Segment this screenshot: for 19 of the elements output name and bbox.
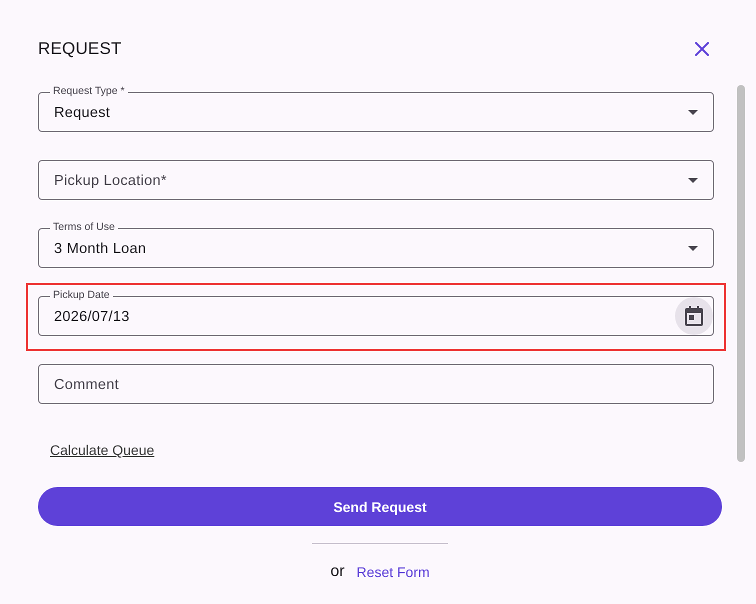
field-label: Request Type * [50,85,128,97]
date-input[interactable]: 2026/07/13 [54,304,669,328]
field-label: Terms of Use [50,221,118,233]
close-button[interactable] [695,42,709,56]
select-field[interactable]: Pickup Location* [38,160,714,200]
caret-icon [688,110,698,115]
dialog-title: REQUEST [38,38,122,60]
calendar-icon [685,306,703,326]
separator-text: or [330,562,345,582]
text-field[interactable]: Comment [38,364,714,404]
caret-icon [688,246,698,251]
close-icon [695,42,709,56]
calculate-queue-link[interactable]: Calculate Queue [50,440,154,460]
send-request-button[interactable]: Send Request [38,487,722,526]
field-label: Pickup Date [50,289,113,301]
scrollbar-thumb[interactable] [737,85,745,462]
calendar-button[interactable] [675,297,713,335]
reset-form-link[interactable]: Reset Form [356,562,430,582]
caret-icon [688,178,698,183]
